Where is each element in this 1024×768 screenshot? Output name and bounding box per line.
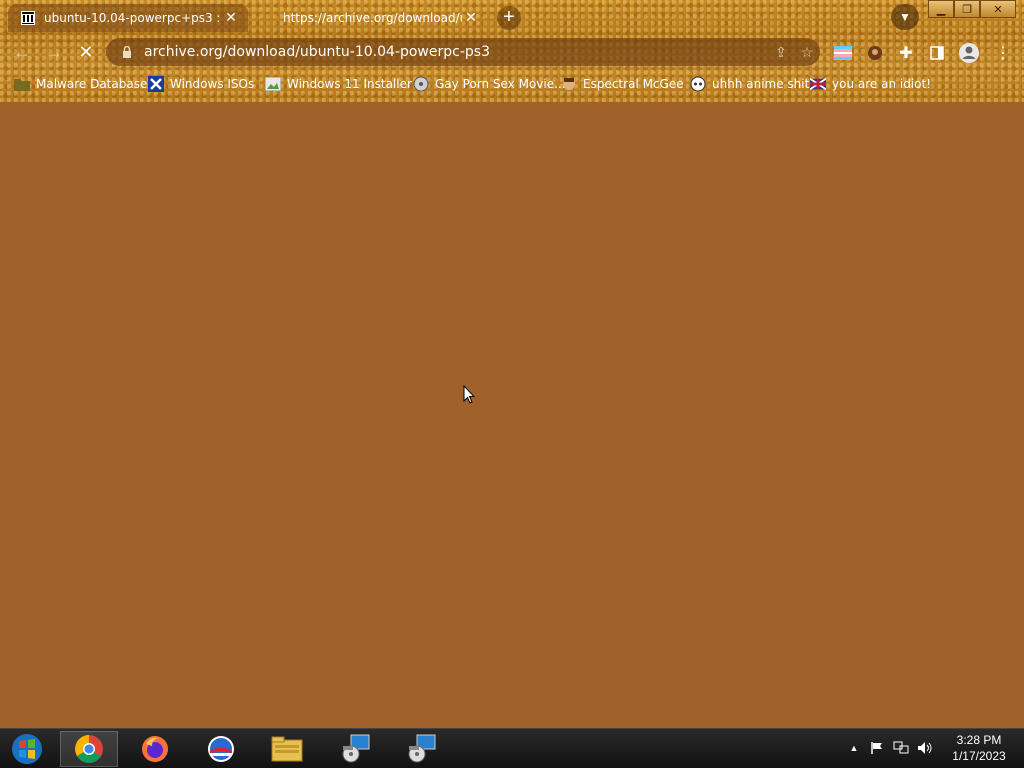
url-text[interactable]: archive.org/download/ubuntu-10.04-powerp… xyxy=(144,44,768,60)
star-icon[interactable]: ☆ xyxy=(794,44,820,61)
arrow-left-icon: ← xyxy=(13,41,31,62)
taskbar-app-installer-1[interactable] xyxy=(326,731,384,767)
bookmark-label: uhhh anime shit xyxy=(712,77,810,91)
page-content xyxy=(0,102,1024,728)
action-center-flag-icon[interactable] xyxy=(868,739,886,757)
installer-icon xyxy=(342,734,370,763)
back-button[interactable]: ← xyxy=(10,40,34,64)
lock-icon xyxy=(120,46,134,58)
bookmark-label: Espectral McGee xyxy=(583,77,684,91)
cd-icon xyxy=(413,76,429,92)
clock-date: 1/17/2023 xyxy=(952,749,1006,763)
new-tab-button[interactable]: + xyxy=(497,6,521,30)
tab-title: https://archive.org/download/ub xyxy=(283,11,462,25)
tab-search-button[interactable]: ▼ xyxy=(891,4,919,30)
bookmark-label: Malware Database xyxy=(36,77,148,91)
face-icon xyxy=(561,76,577,92)
tab-strip: ubuntu-10.04-powerpc+ps3 : Free ✕ https:… xyxy=(0,0,1024,34)
taskbar-firefox[interactable] xyxy=(126,731,184,767)
bookmark-item[interactable]: Malware Database xyxy=(14,75,147,93)
restore-icon: ❐ xyxy=(962,3,972,16)
bookmark-label: Windows ISOs xyxy=(170,77,255,91)
bookmark-label: you are an idiot! xyxy=(832,77,931,91)
taskbar-app-installer-2[interactable] xyxy=(392,731,450,767)
bookmark-label: Gay Porn Sex Movie... xyxy=(435,77,566,91)
stop-button[interactable]: ✕ xyxy=(74,40,98,64)
system-clock[interactable]: 3:28 PM 1/17/2023 xyxy=(938,732,1020,764)
flag-icon xyxy=(810,76,826,92)
bookmark-item[interactable]: uhhh anime shit xyxy=(690,75,809,93)
chevron-down-icon: ▼ xyxy=(899,10,911,24)
start-button[interactable] xyxy=(0,731,54,767)
bookmark-label: Windows 11 Installer xyxy=(287,77,412,91)
browser-chrome: ubuntu-10.04-powerpc+ps3 : Free ✕ https:… xyxy=(0,0,1024,102)
restore-button[interactable]: ❐ xyxy=(954,0,980,18)
bookmark-item[interactable]: Windows 11 Installer xyxy=(265,75,412,93)
tray-chevron-up-icon[interactable]: ▲ xyxy=(845,739,863,757)
taskbar: ▲ 3:28 PM 1/17/2023 xyxy=(0,728,1024,768)
bookmarks-bar: Malware Database Windows ISOs Windows 11… xyxy=(0,70,1024,98)
tab-title: ubuntu-10.04-powerpc+ps3 : Free xyxy=(44,11,222,25)
anime-icon xyxy=(690,76,706,92)
clock-time: 3:28 PM xyxy=(956,733,1002,747)
firefox-icon xyxy=(142,736,168,762)
minimize-button[interactable]: ▁ xyxy=(928,0,954,18)
tab-inactive[interactable]: https://archive.org/download/ub ✕ xyxy=(256,4,488,32)
archive-favicon-icon xyxy=(20,10,36,26)
bookmark-item[interactable]: Windows ISOs xyxy=(148,75,254,93)
close-tab-icon[interactable]: ✕ xyxy=(462,9,480,27)
chrome-icon xyxy=(75,735,103,763)
minimize-icon: ▁ xyxy=(936,3,946,16)
share-icon[interactable]: ⇪ xyxy=(768,44,794,61)
taskbar-app[interactable] xyxy=(192,731,250,767)
stop-icon: ✕ xyxy=(78,41,94,62)
installer-icon xyxy=(408,734,436,763)
close-window-button[interactable]: ✕ xyxy=(980,0,1016,18)
forward-button[interactable]: → xyxy=(42,40,66,64)
address-bar[interactable]: archive.org/download/ubuntu-10.04-powerp… xyxy=(106,38,820,66)
mouse-cursor-icon xyxy=(463,384,476,410)
trans-flag-extension-icon[interactable] xyxy=(832,42,854,64)
taskbar-chrome[interactable] xyxy=(60,731,118,767)
folder-icon xyxy=(14,76,30,92)
bookmark-item[interactable]: you are an idiot! xyxy=(810,75,931,93)
taskbar-explorer[interactable] xyxy=(258,731,316,767)
close-icon: ✕ xyxy=(993,3,1003,16)
extensions-puzzle-icon[interactable]: ✚ xyxy=(895,42,917,64)
tab-active[interactable]: ubuntu-10.04-powerpc+ps3 : Free ✕ xyxy=(8,4,248,32)
avatar-extension-icon[interactable] xyxy=(864,42,886,64)
arrow-right-icon: → xyxy=(45,41,63,62)
toolbar: ← → ✕ archive.org/download/ubuntu-10.04-… xyxy=(0,34,1024,70)
bookmark-item[interactable]: Espectral McGee xyxy=(561,75,684,93)
close-tab-icon[interactable]: ✕ xyxy=(222,9,240,27)
x-icon xyxy=(148,76,164,92)
menu-kebab-icon[interactable]: ⋮ xyxy=(992,42,1014,64)
bookmark-item[interactable]: Gay Porn Sex Movie... xyxy=(413,75,566,93)
network-icon[interactable] xyxy=(892,739,910,757)
windows-orb-icon xyxy=(12,734,42,764)
side-panel-icon[interactable] xyxy=(926,42,948,64)
profile-icon[interactable] xyxy=(958,42,980,64)
circle-logo-icon xyxy=(208,736,234,762)
image-icon xyxy=(265,76,281,92)
folder-explorer-icon xyxy=(271,736,303,762)
volume-icon[interactable] xyxy=(916,739,934,757)
